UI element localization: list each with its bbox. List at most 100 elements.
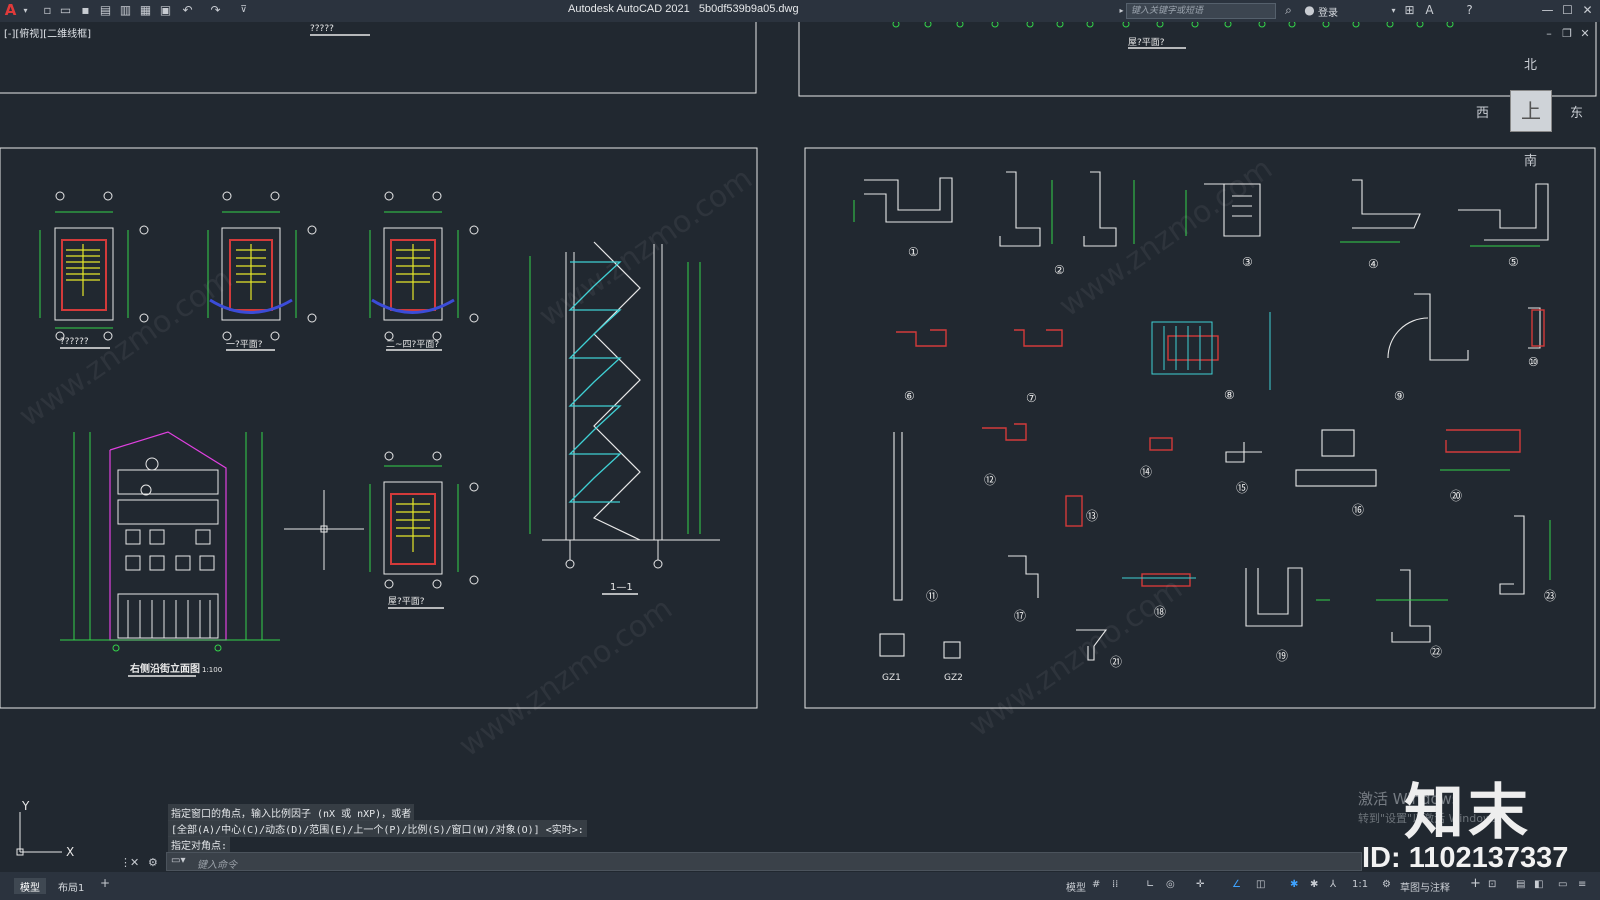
add-layout-icon[interactable]: +	[100, 876, 110, 890]
viewcube-north[interactable]: 北	[1524, 54, 1537, 73]
scale-dropdown[interactable]: 1:1	[1352, 879, 1368, 890]
detail-13-label: ⑬	[1086, 509, 1098, 523]
axis-bubbles-top	[892, 22, 1454, 28]
elevation-title: 右侧沿街立面图	[129, 662, 200, 675]
tab-layout1[interactable]: 布局1	[52, 878, 90, 894]
construction-details[interactable]	[864, 171, 1549, 661]
viewcube-east[interactable]: 东	[1570, 102, 1583, 121]
quick-properties-icon[interactable]: ▤	[1516, 879, 1525, 890]
login-link[interactable]: 登录	[1318, 4, 1338, 19]
annotation-scale-icon[interactable]: ⅄	[1330, 879, 1336, 890]
detail-2-label: ②	[1054, 263, 1065, 277]
snap-icon[interactable]: ⁞⁞	[1112, 879, 1118, 890]
command-input[interactable]: ▭▾ 键入命令	[166, 852, 1362, 871]
detail-14-label: ⑭	[1140, 465, 1152, 479]
clean-screen-icon[interactable]: ▭	[1558, 879, 1567, 890]
open-icon[interactable]: ▭	[58, 3, 73, 18]
search-icon[interactable]: ⌕	[1281, 3, 1296, 18]
ucs-icon: Y X	[16, 799, 74, 859]
detail-17-label: ⑰	[1014, 609, 1026, 623]
autodesk-app-icon[interactable]: A	[1422, 3, 1437, 18]
detail-20-label: ⑳	[1450, 489, 1462, 503]
polar-icon[interactable]: ◎	[1166, 879, 1175, 890]
detail-1-label: ①	[908, 245, 919, 259]
detail-11-label: ⑪	[926, 589, 938, 603]
command-close-icon[interactable]: ✕	[130, 856, 139, 869]
status-menu-icon[interactable]: ≡	[1578, 879, 1586, 890]
stair-plan-3[interactable]: 二~四?平面?	[369, 191, 479, 351]
search-input[interactable]: 键入关键字或短语	[1126, 3, 1276, 19]
osnap-icon[interactable]: ✛	[1196, 879, 1204, 890]
annotation-monitor-icon[interactable]: +	[1470, 876, 1481, 891]
print-icon[interactable]: ▣	[158, 3, 173, 18]
stair-section[interactable]: 1—1	[529, 241, 720, 595]
ortho-icon[interactable]: ∟	[1146, 879, 1154, 890]
minimize-icon[interactable]: —	[1540, 3, 1555, 18]
help-icon[interactable]: ?	[1462, 3, 1477, 18]
viewcube-west[interactable]: 西	[1476, 102, 1489, 121]
drawing-canvas[interactable]: ????? 屋?平面? ?????? 一?平面? 二~四?平面? 屋?平面? 右…	[0, 22, 1600, 872]
stair-plan-2[interactable]: 一?平面?	[207, 191, 317, 351]
status-model[interactable]: 模型	[1066, 879, 1086, 894]
tab-model[interactable]: 模型	[14, 878, 46, 894]
autoscale-icon[interactable]: ✱	[1310, 879, 1318, 890]
detail-4-label: ④	[1368, 257, 1379, 271]
top-right-title: 屋?平面?	[1128, 37, 1165, 48]
workspace-dropdown[interactable]: 草图与注释	[1400, 879, 1450, 894]
saveas-icon[interactable]: ▤	[98, 3, 113, 18]
stair-plan-4[interactable]: 屋?平面?	[369, 451, 479, 609]
user-icon[interactable]: ●	[1302, 3, 1317, 18]
id-watermark: ID: 1102137337	[1362, 842, 1569, 874]
column-gz2-label: GZ2	[944, 673, 963, 683]
otrack-icon[interactable]: ∠	[1232, 879, 1241, 890]
annotation-visibility-icon[interactable]: ✱	[1290, 879, 1298, 890]
detail-labels: ① ② ③ ④ ⑤ ⑥ ⑦ ⑧ ⑨ ⑩ ⑪ ⑫ ⑬ ⑭ ⑮ ⑯ ⑰ ⑱ ⑲ ⑳ …	[904, 245, 1556, 669]
plot-icon[interactable]: ▥	[118, 3, 133, 18]
viewcube-south[interactable]: 南	[1524, 150, 1537, 169]
detail-18-label: ⑱	[1154, 605, 1166, 619]
command-customize-icon[interactable]: ⚙	[148, 856, 158, 869]
brand-watermark: 知末	[1404, 778, 1532, 848]
workspace-icon[interactable]: ⚙	[1382, 879, 1391, 890]
stair-plan-1-title: ??????	[60, 337, 89, 347]
autocad-window: A ▾ ▫ ▭ ▪ ▤ ▥ ▦ ▣ ↶ ↷ ⊽ Autodesk AutoCAD…	[0, 0, 1600, 900]
detail-19-label: ⑲	[1276, 649, 1288, 663]
close-icon[interactable]: ✕	[1580, 3, 1595, 18]
section-title: 1—1	[610, 582, 633, 593]
grid-icon[interactable]: #	[1092, 879, 1100, 890]
detail-7-label: ⑦	[1026, 391, 1037, 405]
viewcube-top-face[interactable]: 上	[1510, 90, 1552, 132]
isolate-icon[interactable]: ◧	[1534, 879, 1543, 890]
detail-rails	[1122, 312, 1271, 579]
redo-icon[interactable]: ↷	[208, 3, 223, 18]
command-prompt-icon[interactable]: ▭▾	[171, 855, 185, 866]
app-menu-chevron-icon[interactable]: ▾	[18, 3, 33, 18]
detail-15-label: ⑮	[1236, 481, 1248, 495]
svg-text:X: X	[66, 845, 74, 859]
undo-icon[interactable]: ↶	[180, 3, 195, 18]
detail-22-label: ㉒	[1430, 645, 1442, 659]
frame-top-right	[798, 22, 1597, 97]
save-icon[interactable]: ▪	[78, 3, 93, 18]
window-title: Autodesk AutoCAD 2021 5b0df539b9a05.dwg	[568, 3, 799, 15]
detail-10-label: ⑩	[1528, 355, 1539, 369]
top-left-title: ?????	[310, 24, 334, 34]
command-history-1: 指定窗口的角点，输入比例因子 (nX 或 nXP)，或者	[168, 804, 415, 821]
detail-23-label: ㉓	[1544, 589, 1556, 603]
side-elevation[interactable]: 右侧沿街立面图 1:100	[60, 431, 280, 677]
frame-right	[804, 147, 1596, 709]
detail-3-label: ③	[1242, 255, 1253, 269]
publish-icon[interactable]: ▦	[138, 3, 153, 18]
detail-16-label: ⑯	[1352, 503, 1364, 517]
frame-left	[0, 147, 758, 709]
customize-icon[interactable]: ⊽	[236, 3, 251, 18]
lineweight-icon[interactable]: ◫	[1256, 879, 1265, 890]
stair-plan-1[interactable]: ??????	[39, 191, 149, 349]
account-chevron-icon[interactable]: ▾	[1386, 3, 1401, 18]
cart-icon[interactable]: ⊞	[1402, 3, 1417, 18]
units-icon[interactable]: ⊡	[1488, 879, 1496, 890]
maximize-icon[interactable]: ☐	[1560, 3, 1575, 18]
autocad-logo-icon[interactable]: A	[3, 3, 18, 18]
detail-5-label: ⑤	[1508, 255, 1519, 269]
new-icon[interactable]: ▫	[40, 3, 55, 18]
